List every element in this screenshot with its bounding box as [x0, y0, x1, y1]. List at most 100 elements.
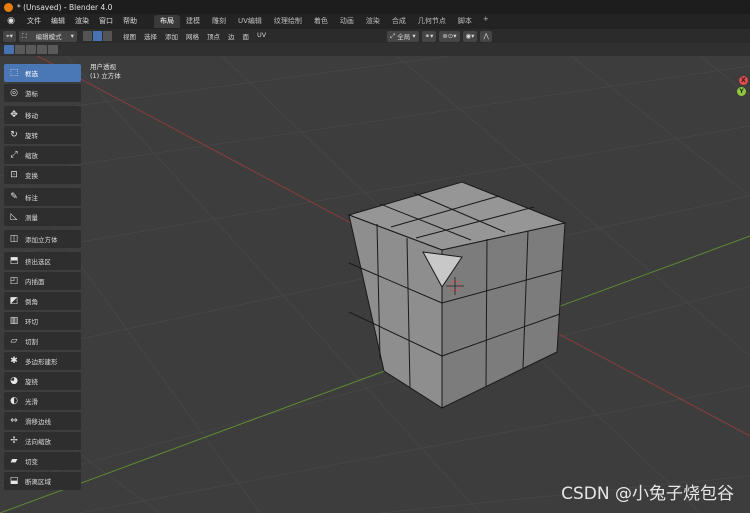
menu-select[interactable]: 选择: [140, 31, 161, 41]
add-workspace-button[interactable]: +: [478, 15, 494, 28]
mode-select[interactable]: ⛶ 编辑模式 ▾: [18, 30, 77, 42]
blender-menu-icon[interactable]: ◉: [4, 16, 18, 27]
menu-uv[interactable]: UV: [253, 31, 270, 41]
tab-sculpting[interactable]: 雕刻: [206, 15, 232, 28]
menu-face[interactable]: 面: [238, 31, 253, 41]
inset-icon: ◰: [9, 276, 19, 286]
menu-edge[interactable]: 边: [224, 31, 239, 41]
tool-knife[interactable]: ▱ 切割: [4, 332, 81, 350]
tab-uv-editing[interactable]: UV编辑: [232, 15, 268, 28]
tool-shelf: ⬚ 框选 ◎ 游标 ✥ 移动 ↻ 旋转 ⤢ 缩放 ⊡ 变换 ✎ 标注 ◺ 测量 ◫ 添加立方体 ⬒ 挤出选区 ◰ 内插面 ◩…: [4, 64, 81, 492]
tool-move[interactable]: ✥ 移动: [4, 106, 81, 124]
vertex-select-icon[interactable]: [82, 31, 92, 41]
spin-icon: ◕: [10, 376, 18, 386]
shrink-fatten-icon: ✢: [10, 436, 18, 446]
tab-compositing[interactable]: 合成: [386, 15, 412, 28]
tool-scale[interactable]: ⤢ 缩放: [4, 146, 81, 164]
window-title: * (Unsaved) - Blender 4.0: [17, 2, 113, 12]
snap-button[interactable]: ⊚⊙▾: [439, 30, 460, 42]
shear-icon: ▰: [10, 456, 18, 466]
edit-mode-icon: ⛶: [21, 31, 27, 40]
tool-cursor[interactable]: ◎ 游标: [4, 84, 81, 102]
select-invert-icon[interactable]: [37, 45, 47, 54]
pivot-button[interactable]: ⚭▾: [421, 30, 437, 42]
rip-region-icon: ⬓: [9, 476, 19, 486]
tool-transform[interactable]: ⊡ 变换: [4, 166, 81, 184]
tool-label: 切割: [25, 338, 38, 346]
tool-extrude[interactable]: ⬒ 挤出选区: [4, 252, 81, 270]
tool-edge-slide[interactable]: ⇔ 滑移边线: [4, 412, 81, 430]
extrude-icon: ⬒: [9, 256, 19, 266]
menu-add[interactable]: 添加: [161, 31, 182, 41]
3d-viewport[interactable]: 用户透视 (1) 立方体 X Y CSDN @小兔子烧包谷: [0, 56, 750, 513]
tool-label: 测量: [25, 214, 38, 222]
tab-rendering[interactable]: 渲染: [360, 15, 386, 28]
measure-icon: ◺: [10, 212, 18, 222]
mode-select-label: 编辑模式: [35, 33, 62, 41]
tool-rotate[interactable]: ↻ 旋转: [4, 126, 81, 144]
edge-select-icon[interactable]: [92, 31, 102, 41]
proportional-edit-button[interactable]: ◉▾: [462, 30, 478, 42]
tool-measure[interactable]: ◺ 测量: [4, 208, 81, 226]
orientation-select[interactable]: ⤢ 全局 ▾: [387, 30, 419, 42]
tab-layout[interactable]: 布局: [154, 15, 180, 28]
tab-modeling[interactable]: 建模: [180, 15, 206, 28]
falloff-button[interactable]: ⋀: [480, 30, 492, 42]
view-name: 用户透视: [90, 63, 116, 71]
editor-type-button[interactable]: ⌖▾: [3, 30, 16, 42]
tool-poly-build[interactable]: ✱ 多边形建形: [4, 352, 81, 370]
select-subtract-icon[interactable]: [26, 45, 36, 54]
tab-shading[interactable]: 着色: [308, 15, 334, 28]
menu-view[interactable]: 视图: [119, 31, 140, 41]
tool-spin[interactable]: ◕ 旋绕: [4, 372, 81, 390]
select-intersect-icon[interactable]: [48, 45, 58, 54]
tool-label: 内插面: [25, 278, 45, 286]
watermark-text: CSDN @小兔子烧包谷: [561, 484, 734, 504]
menu-file[interactable]: 文件: [22, 14, 46, 29]
cube-mesh: [347, 181, 567, 409]
menu-render[interactable]: 渲染: [70, 14, 94, 29]
tool-label: 多边形建形: [25, 358, 58, 366]
select-new-icon[interactable]: [4, 45, 14, 54]
menu-mesh[interactable]: 网格: [182, 31, 203, 41]
tool-add-cube[interactable]: ◫ 添加立方体: [4, 230, 81, 248]
knife-icon: ▱: [10, 336, 18, 346]
tab-geometry-nodes[interactable]: 几何节点: [412, 15, 452, 28]
tool-smooth[interactable]: ◐ 光滑: [4, 392, 81, 410]
tool-label: 变换: [25, 172, 38, 180]
menu-vertex[interactable]: 顶点: [203, 31, 224, 41]
editor-type-icon: ⌖▾: [6, 31, 13, 40]
tab-texture-paint[interactable]: 纹理绘制: [268, 15, 308, 28]
tool-inset[interactable]: ◰ 内插面: [4, 272, 81, 290]
tool-select-box[interactable]: ⬚ 框选: [4, 64, 81, 82]
menu-edit[interactable]: 编辑: [46, 14, 70, 29]
tool-settings-bar: [0, 43, 750, 56]
menu-window[interactable]: 窗口: [94, 14, 118, 29]
title-bar: * (Unsaved) - Blender 4.0: [0, 0, 750, 14]
gizmo-y-axis[interactable]: Y: [737, 87, 746, 96]
menu-help[interactable]: 帮助: [118, 14, 142, 29]
tool-shear[interactable]: ▰ 切变: [4, 452, 81, 470]
tool-label: 移动: [25, 112, 38, 120]
tool-annotate[interactable]: ✎ 标注: [4, 188, 81, 206]
viewport-info: 用户透视 (1) 立方体: [90, 63, 121, 81]
tool-shrink-fatten[interactable]: ✢ 法向缩放: [4, 432, 81, 450]
bevel-icon: ◩: [9, 296, 19, 306]
face-select-icon[interactable]: [102, 31, 112, 41]
tool-loop-cut[interactable]: ▥ 环切: [4, 312, 81, 330]
gizmo-x-axis[interactable]: X: [739, 76, 748, 85]
chevron-down-icon: ▾: [410, 32, 416, 40]
tool-label: 旋转: [25, 132, 38, 140]
snap-icon: ⊚⊙▾: [442, 32, 457, 40]
select-extend-icon[interactable]: [15, 45, 25, 54]
tool-label: 旋绕: [25, 378, 38, 386]
tool-label: 断离区域: [25, 478, 51, 486]
tab-animation[interactable]: 动画: [334, 15, 360, 28]
tool-bevel[interactable]: ◩ 倒角: [4, 292, 81, 310]
tab-scripting[interactable]: 脚本: [452, 15, 478, 28]
tool-label: 切变: [25, 458, 38, 466]
loop-cut-icon: ▥: [9, 316, 19, 326]
rotate-icon: ↻: [10, 130, 18, 140]
tool-rip-region[interactable]: ⬓ 断离区域: [4, 472, 81, 490]
move-icon: ✥: [10, 110, 18, 120]
